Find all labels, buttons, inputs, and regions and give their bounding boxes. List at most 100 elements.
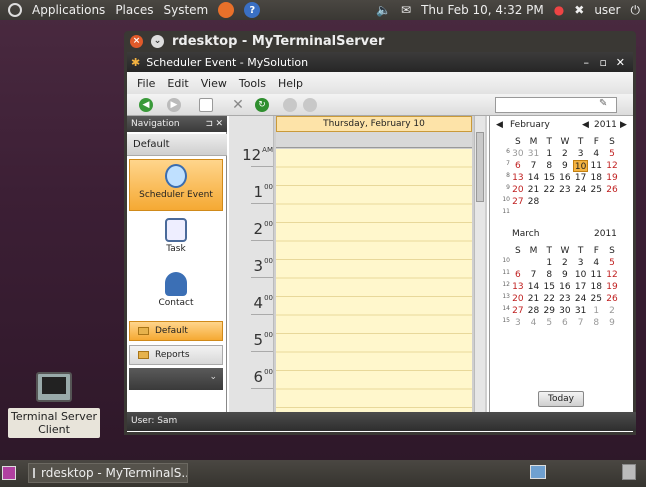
network-icon[interactable]: ● [554,3,564,17]
day-cell[interactable]: 25 [588,184,604,196]
refresh-icon[interactable]: ↻ [255,98,269,112]
new-item-icon[interactable] [199,98,213,112]
workspace-icon[interactable] [530,465,546,479]
day-cell[interactable]: 3 [510,317,526,329]
day-cell[interactable]: 26 [604,293,620,305]
day-cell[interactable]: 4 [588,257,604,269]
month-name[interactable]: February [510,120,550,130]
day-cell[interactable]: 14 [526,281,542,293]
menu-system[interactable]: System [163,3,208,17]
day-cell[interactable]: 9 [557,160,573,172]
nav-close-icon[interactable]: ✕ [215,119,223,129]
nav-footer[interactable]: ⌄ [129,368,223,390]
day-cell[interactable]: 10 [572,160,589,172]
volume-icon[interactable]: 🔈 [376,3,391,17]
next-month-icon[interactable]: ▶ [620,120,627,130]
day-cell[interactable]: 8 [541,269,557,281]
trash-icon[interactable] [622,464,636,480]
day-cell[interactable]: 2 [557,257,573,269]
day-cell[interactable]: 12 [604,269,620,281]
day-cell[interactable]: 5 [541,317,557,329]
day-cell[interactable]: 4 [588,148,604,160]
day-cell[interactable]: 7 [573,317,589,329]
next-icon[interactable] [303,98,317,112]
day-cell[interactable]: 5 [604,148,620,160]
day-cell[interactable]: 9 [604,317,620,329]
day-cell[interactable]: 4 [526,317,542,329]
user-name[interactable]: user [594,3,620,17]
day-cell[interactable]: 20 [510,184,526,196]
day-cell[interactable]: 13 [510,172,526,184]
day-cell[interactable]: 15 [541,172,557,184]
close-icon[interactable]: × [130,34,143,48]
day-cell[interactable]: 17 [573,281,589,293]
menu-places[interactable]: Places [115,3,153,17]
day-cell[interactable]: 23 [557,293,573,305]
menu-view[interactable]: View [201,77,227,90]
day-cell[interactable]: 27 [510,196,526,208]
day-cell[interactable]: 21 [526,184,542,196]
day-scrollbar[interactable] [474,116,485,422]
day-cell[interactable]: 16 [557,172,573,184]
day-cell[interactable]: 8 [541,160,557,172]
chevron-down-icon[interactable]: ⌄ [209,372,217,382]
power-icon[interactable]: ⏻ [631,3,641,18]
day-cell[interactable]: 6 [557,317,573,329]
day-cell[interactable]: 24 [573,293,589,305]
day-cell[interactable]: 7 [526,160,542,172]
forward-icon[interactable]: ▶ [167,98,181,112]
day-cell[interactable]: 5 [604,257,620,269]
day-cell[interactable]: 25 [588,293,604,305]
day-cell[interactable]: 3 [573,148,589,160]
day-cell[interactable]: 11 [588,269,604,281]
day-cell[interactable]: 29 [541,305,557,317]
day-cell[interactable]: 22 [541,184,557,196]
day-cell[interactable]: 8 [588,317,604,329]
day-cell[interactable]: 2 [604,305,620,317]
eraser-icon[interactable]: ✎ [599,98,607,109]
app-maximize-icon[interactable]: ▫ [600,56,607,69]
app-minimize-icon[interactable]: – [584,56,590,69]
day-cell[interactable]: 24 [573,184,589,196]
navigation-group[interactable]: Default [127,134,227,156]
prev-icon[interactable] [283,98,297,112]
menu-edit[interactable]: Edit [167,77,188,90]
firefox-icon[interactable] [218,2,235,18]
day-cell[interactable]: 23 [557,184,573,196]
nav-item-task[interactable]: Task [129,214,223,266]
day-cell[interactable]: 1 [541,257,557,269]
pin-icon[interactable]: ⊐ [205,119,213,129]
day-cell[interactable]: 3 [573,257,589,269]
help-icon[interactable]: ? [244,2,261,18]
day-cell[interactable]: 13 [510,281,526,293]
clock[interactable]: Thu Feb 10, 4:32 PM [421,3,544,17]
year-label[interactable]: 2011 [594,229,617,239]
desktop-icon-terminal-server[interactable]: Terminal Server Client [8,372,100,438]
day-cell[interactable]: 26 [604,184,620,196]
day-cell[interactable]: 28 [526,305,542,317]
day-cell[interactable]: 18 [588,281,604,293]
day-cell[interactable]: 16 [557,281,573,293]
delete-icon[interactable]: ✕ [231,97,245,113]
day-cell[interactable]: 2 [557,148,573,160]
day-cell[interactable]: 21 [526,293,542,305]
today-button[interactable]: Today [538,391,584,407]
day-cell[interactable]: 10 [573,269,589,281]
day-cell[interactable]: 30 [557,305,573,317]
day-cell[interactable]: 22 [541,293,557,305]
ubuntu-logo-icon[interactable] [8,3,22,17]
month-name[interactable]: March [512,229,539,239]
menu-applications[interactable]: Applications [32,3,105,17]
rdesktop-titlebar[interactable]: × ⌄ rdesktop - MyTerminalServer [124,31,636,51]
day-cell[interactable]: 15 [541,281,557,293]
prev-year-icon[interactable]: ◀ [582,120,589,130]
app-titlebar[interactable]: ✱ Scheduler Event - MySolution – ▫ ✕ [127,52,633,72]
taskbar-window-button[interactable]: rdesktop - MyTerminalS... [28,463,188,483]
day-cell[interactable]: 31 [526,148,542,160]
day-cell[interactable]: 17 [573,172,589,184]
day-header[interactable]: Thursday, February 10 [276,116,472,132]
prev-month-icon[interactable]: ◀ [496,120,503,130]
nav-pane-default[interactable]: Default [129,321,223,341]
day-cell[interactable]: 27 [510,305,526,317]
minimize-icon[interactable]: ⌄ [151,34,164,48]
